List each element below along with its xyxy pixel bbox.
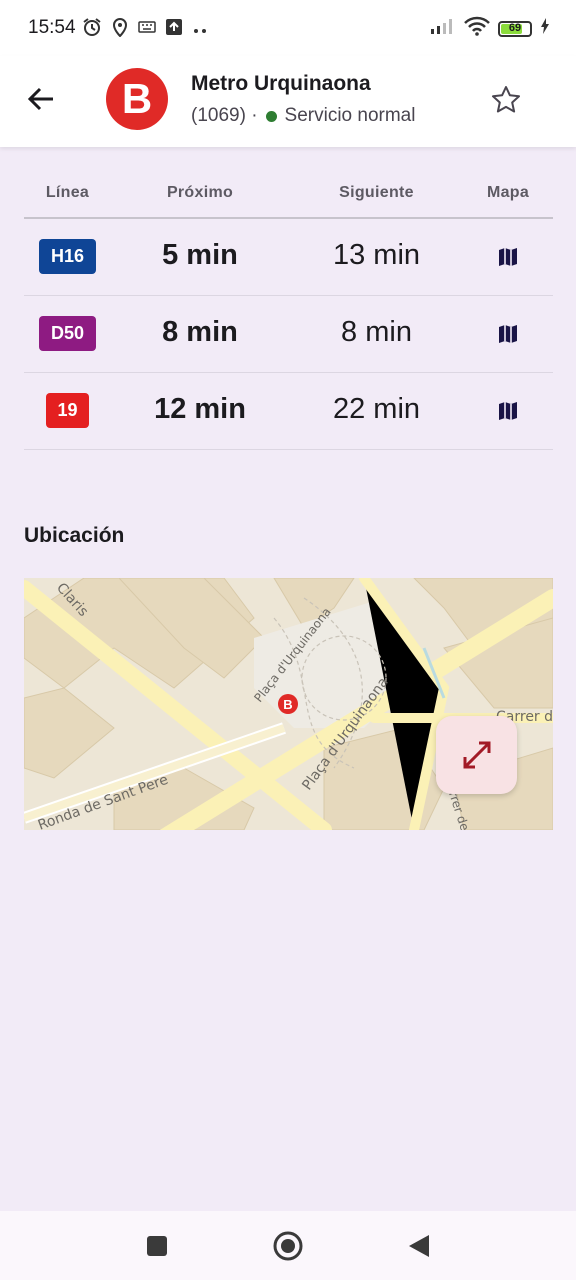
location-title: Ubicación: [24, 524, 125, 547]
arrow-back-icon: [27, 87, 53, 111]
following-arrival: 22 min: [332, 393, 421, 425]
column-header-map: Mapa: [486, 184, 530, 201]
service-status: Servicio normal: [284, 105, 416, 126]
following-arrival: 13 min: [332, 239, 421, 271]
table-row[interactable]: 19 12 min 22 min: [24, 373, 553, 450]
map-button[interactable]: [496, 323, 520, 345]
recent-apps-icon: [147, 1236, 167, 1256]
expand-icon: [463, 741, 490, 769]
map-icon: [499, 248, 517, 266]
stop-name: Metro Urquinaona: [191, 72, 371, 95]
star-outline-icon: [492, 86, 520, 113]
status-time: 15:54: [28, 17, 76, 38]
column-header-following: Siguiente: [339, 184, 414, 201]
status-bar: 15:54 69: [0, 0, 576, 56]
battery-icon: 69: [498, 20, 532, 37]
column-header-next: Próximo: [166, 184, 234, 201]
line-badge: 19: [46, 393, 89, 428]
status-icons-right: 69: [430, 16, 550, 41]
map-button[interactable]: [496, 400, 520, 422]
favorite-button[interactable]: [486, 80, 526, 120]
system-nav-bar: [0, 1211, 576, 1280]
back-button[interactable]: [22, 80, 60, 118]
app-header: B Metro Urquinaona (1069) · Servicio nor…: [0, 56, 576, 147]
location-map[interactable]: Claris Plaça d'Urquinaona Plaça d'Urquin…: [24, 578, 553, 830]
following-arrival: 8 min: [341, 316, 412, 348]
alarm-icon: [82, 17, 102, 42]
charging-icon: [540, 18, 550, 39]
home-button[interactable]: [273, 1231, 303, 1261]
signal-icon: [430, 17, 456, 40]
line-badge: D50: [39, 316, 96, 351]
next-arrival: 12 min: [154, 393, 246, 425]
service-status-dot: [265, 110, 277, 122]
map-button[interactable]: [496, 246, 520, 268]
back-triangle-icon: [409, 1235, 429, 1257]
battery-percent: 69: [508, 21, 522, 34]
departures-table: Línea Próximo Siguiente Mapa H16 5 min 1…: [24, 170, 553, 450]
stop-subtitle: (1069) · Servicio normal: [191, 105, 415, 127]
table-row[interactable]: D50 8 min 8 min: [24, 296, 553, 373]
home-icon: [273, 1231, 303, 1261]
metro-line-logo: B: [106, 68, 168, 130]
map-icon: [499, 325, 517, 343]
station-marker-label: B: [283, 697, 292, 712]
next-arrival: 5 min: [162, 239, 238, 271]
status-icons-left: [82, 17, 208, 42]
table-header: Línea Próximo Siguiente Mapa: [24, 170, 553, 219]
line-badge: H16: [39, 239, 96, 274]
next-arrival: 8 min: [162, 316, 238, 348]
map-icon: [499, 402, 517, 420]
recent-apps-button[interactable]: [144, 1233, 170, 1259]
keyboard-icon: [138, 20, 156, 39]
expand-map-button[interactable]: [436, 716, 517, 794]
back-nav-button[interactable]: [406, 1233, 432, 1259]
upload-icon: [165, 18, 183, 41]
wifi-icon: [464, 16, 490, 41]
station-marker[interactable]: B: [278, 694, 298, 714]
table-row[interactable]: H16 5 min 13 min: [24, 219, 553, 296]
more-dots-icon: [192, 21, 208, 39]
stop-code: (1069) ·: [191, 105, 258, 126]
location-icon: [111, 17, 129, 42]
column-header-line: Línea: [45, 184, 90, 201]
